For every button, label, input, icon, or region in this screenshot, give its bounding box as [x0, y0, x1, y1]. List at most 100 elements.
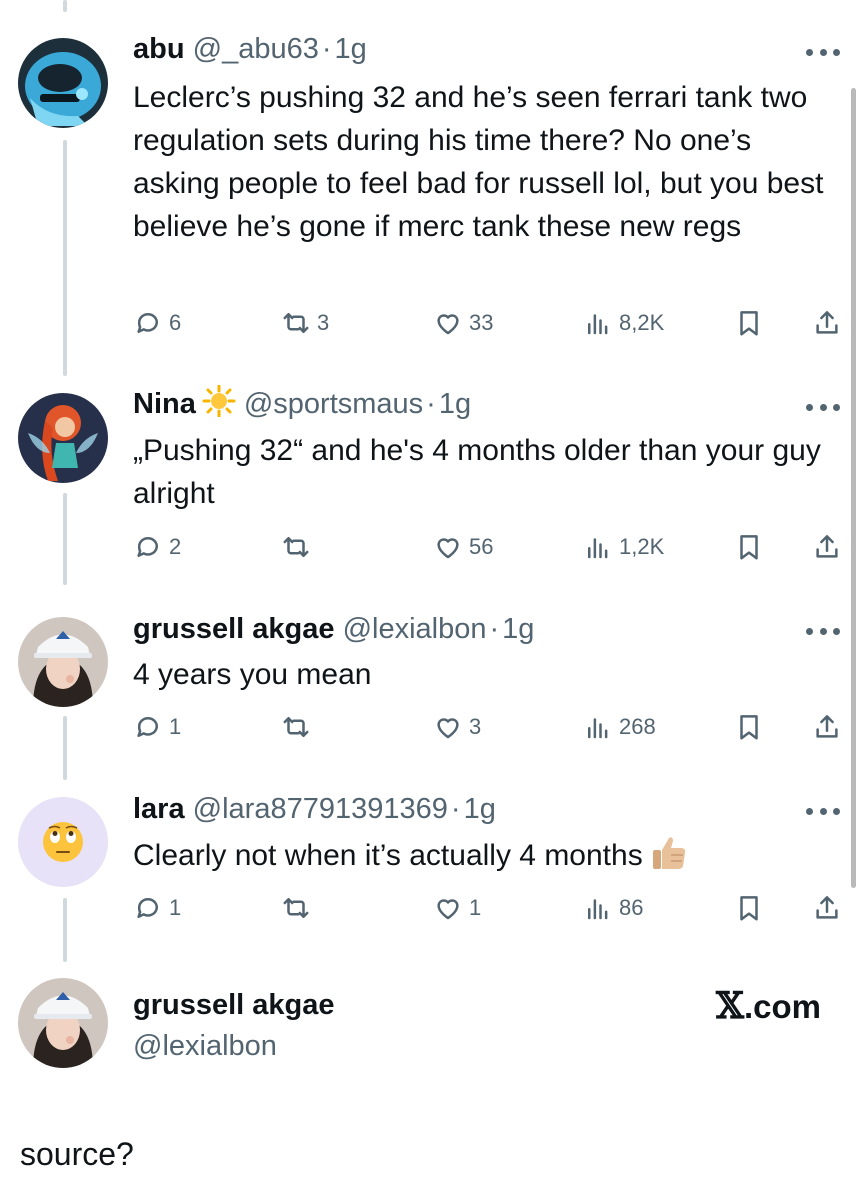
more-icon[interactable]	[806, 45, 840, 59]
reply-button[interactable]: 6	[133, 306, 181, 340]
repost-button[interactable]	[281, 710, 317, 744]
share-icon	[816, 311, 838, 334]
reply-button[interactable]: 2	[133, 530, 181, 564]
display-name[interactable]: Nina	[133, 388, 196, 420]
like-button[interactable]: 56	[433, 530, 493, 564]
reply-button[interactable]: 1	[133, 891, 181, 925]
thread-line	[63, 493, 67, 585]
avatar-image	[18, 38, 108, 128]
action-bar: 6 3 33 8,2K	[133, 306, 853, 340]
repost-button[interactable]	[281, 891, 317, 925]
like-icon	[437, 538, 459, 559]
views-button[interactable]: 8,2K	[583, 306, 664, 340]
tweet-text: Clearly not when it’s actually 4 months	[133, 833, 833, 877]
view-count: 86	[619, 895, 644, 920]
like-count: 33	[469, 310, 494, 335]
more-icon[interactable]	[806, 400, 840, 414]
bookmark-icon	[740, 535, 758, 560]
bookmark-button[interactable]	[734, 530, 764, 564]
bookmark-button[interactable]	[734, 710, 764, 744]
repost-icon	[283, 898, 309, 918]
like-button[interactable]: 33	[433, 306, 493, 340]
display-name[interactable]: abu	[133, 33, 185, 65]
display-name[interactable]: grussell akgae	[133, 613, 335, 645]
like-count: 1	[469, 895, 482, 920]
username[interactable]: @lexialbon	[343, 613, 487, 645]
avatar[interactable]	[18, 38, 108, 128]
views-button[interactable]: 1,2K	[583, 530, 664, 564]
reply-count: 1	[169, 895, 182, 920]
views-icon	[588, 314, 608, 335]
reply-icon	[137, 312, 158, 333]
display-name[interactable]: lara	[133, 793, 185, 825]
like-icon	[437, 899, 459, 920]
separator-dot: ·	[489, 613, 500, 645]
thread-line	[63, 140, 67, 376]
share-button[interactable]	[812, 710, 842, 744]
like-button[interactable]: 3	[433, 710, 481, 744]
view-count: 268	[619, 714, 656, 739]
timestamp[interactable]: 1g	[439, 388, 471, 420]
thread-line	[63, 898, 67, 962]
action-bar: 1 3 268	[133, 710, 853, 744]
like-icon	[437, 718, 459, 739]
username[interactable]: @lara87791391369	[193, 793, 448, 825]
more-icon[interactable]	[806, 624, 840, 638]
author-name[interactable]: grussell akgae	[133, 985, 335, 1025]
author-handle[interactable]: @lexialbon	[133, 1026, 277, 1066]
repost-button[interactable]	[281, 530, 317, 564]
avatar[interactable]	[18, 978, 108, 1068]
view-count: 1,2K	[619, 534, 665, 559]
share-button[interactable]	[812, 306, 842, 340]
avatar-image	[18, 617, 108, 707]
xcom-logo[interactable]: 𝕏 .com	[716, 985, 821, 1028]
repost-count: 3	[317, 310, 330, 335]
username[interactable]: @sportsmaus	[244, 388, 423, 420]
like-count: 56	[469, 534, 494, 559]
views-button[interactable]: 268	[583, 710, 656, 744]
timestamp[interactable]: 1g	[335, 33, 367, 65]
action-bar: 2 56 1,2K	[133, 530, 853, 564]
tweet-text: 4 years you mean	[133, 658, 372, 691]
tweet-header: grussell akgae @lexialbon · 1g	[133, 609, 534, 649]
bookmark-icon	[740, 311, 758, 336]
view-count: 8,2K	[619, 310, 665, 335]
bookmark-button[interactable]	[734, 891, 764, 925]
avatar-image	[18, 978, 108, 1068]
timestamp[interactable]: 1g	[502, 613, 534, 645]
scrollbar[interactable]	[851, 88, 856, 888]
reply-icon	[137, 897, 158, 918]
more-icon[interactable]	[806, 804, 840, 818]
username[interactable]: @_abu63	[193, 33, 319, 65]
repost-button[interactable]: 3	[281, 306, 329, 340]
caption-text: source?	[20, 1136, 134, 1172]
share-button[interactable]	[812, 891, 842, 925]
share-icon	[816, 535, 838, 558]
tweet-header: Nina @sportsmaus · 1g	[133, 384, 471, 424]
like-icon	[437, 314, 459, 335]
avatar[interactable]	[18, 797, 108, 887]
reply-count: 1	[169, 714, 182, 739]
timestamp[interactable]: 1g	[464, 793, 496, 825]
sun-emoji-icon	[202, 385, 236, 417]
tweet-text: Leclerc’s pushing 32 and he’s seen ferra…	[133, 81, 824, 243]
views-icon	[588, 718, 608, 739]
reply-button[interactable]: 1	[133, 710, 181, 744]
eye-roll-emoji-icon	[43, 822, 83, 862]
separator-dot: ·	[321, 33, 332, 65]
share-button[interactable]	[812, 530, 842, 564]
repost-icon	[283, 313, 309, 333]
bookmark-icon	[740, 715, 758, 740]
bookmark-button[interactable]	[734, 306, 764, 340]
action-bar: 1 1 86	[133, 891, 853, 925]
repost-icon	[283, 537, 309, 557]
repost-icon	[283, 717, 309, 737]
avatar[interactable]	[18, 393, 108, 483]
share-icon	[816, 896, 838, 919]
x-logo-icon: 𝕏	[716, 985, 744, 1027]
brand-domain: .com	[743, 988, 821, 1025]
views-icon	[588, 538, 608, 559]
views-button[interactable]: 86	[583, 891, 643, 925]
like-button[interactable]: 1	[433, 891, 481, 925]
avatar[interactable]	[18, 617, 108, 707]
